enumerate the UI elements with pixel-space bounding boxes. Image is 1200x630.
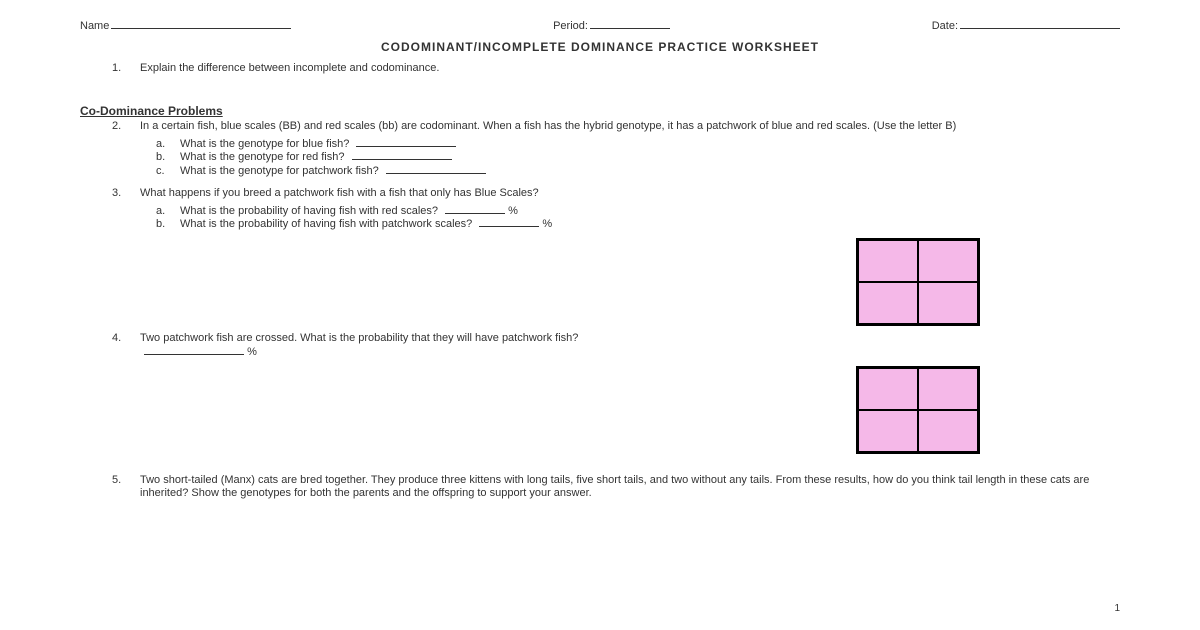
question-2c-text: What is the genotype for patchwork fish? <box>180 165 379 177</box>
question-5-text: Two short-tailed (Manx) cats are bred to… <box>140 474 1089 500</box>
punnett-square-4[interactable] <box>856 366 980 454</box>
section-heading-codominance: Co-Dominance Problems <box>80 104 1120 118</box>
period-field: Period: <box>553 20 670 32</box>
page-number: 1 <box>1114 603 1120 614</box>
question-3b-blank[interactable] <box>479 226 539 227</box>
date-blank[interactable] <box>960 28 1120 29</box>
punnett-cell[interactable] <box>858 282 918 324</box>
question-3: 3. What happens if you breed a patchwork… <box>140 187 1120 201</box>
question-2c: c. What is the genotype for patchwork fi… <box>180 165 1120 179</box>
question-2b-blank[interactable] <box>352 159 452 160</box>
question-2b-text: What is the genotype for red fish? <box>180 151 344 163</box>
punnett-square-4-wrap <box>80 366 980 454</box>
date-field: Date: <box>932 20 1120 32</box>
punnett-cell[interactable] <box>858 410 918 452</box>
question-2c-letter: c. <box>156 165 165 179</box>
question-3a: a. What is the probability of having fis… <box>180 205 1120 219</box>
question-1: 1. Explain the difference between incomp… <box>140 62 1120 76</box>
name-blank[interactable] <box>111 28 291 29</box>
punnett-square-3-wrap <box>80 238 980 326</box>
question-5-number: 5. <box>112 474 121 488</box>
question-2a: a. What is the genotype for blue fish? <box>180 138 1120 152</box>
question-2-text: In a certain fish, blue scales (BB) and … <box>140 120 956 132</box>
question-3a-blank[interactable] <box>445 213 505 214</box>
question-3b-letter: b. <box>156 218 165 232</box>
question-2c-blank[interactable] <box>386 173 486 174</box>
punnett-square-3[interactable] <box>856 238 980 326</box>
name-field: Name <box>80 20 291 32</box>
worksheet-title: CODOMINANT/INCOMPLETE DOMINANCE PRACTICE… <box>80 40 1120 54</box>
question-5: 5. Two short-tailed (Manx) cats are bred… <box>140 474 1120 502</box>
question-1-number: 1. <box>112 62 121 76</box>
question-4-blank[interactable] <box>144 354 244 355</box>
period-blank[interactable] <box>590 28 670 29</box>
question-2a-text: What is the genotype for blue fish? <box>180 138 349 150</box>
question-3b-unit: % <box>542 218 552 230</box>
punnett-cell[interactable] <box>918 410 978 452</box>
question-3a-unit: % <box>508 205 518 217</box>
period-label: Period: <box>553 20 588 32</box>
question-4-text: Two patchwork fish are crossed. What is … <box>140 332 578 344</box>
punnett-cell[interactable] <box>858 240 918 282</box>
question-2-number: 2. <box>112 120 121 134</box>
question-2a-letter: a. <box>156 138 165 152</box>
question-3b-text: What is the probability of having fish w… <box>180 218 472 230</box>
question-4-number: 4. <box>112 332 121 346</box>
question-3-text: What happens if you breed a patchwork fi… <box>140 187 539 199</box>
question-4: 4. Two patchwork fish are crossed. What … <box>140 332 1120 360</box>
punnett-cell[interactable] <box>918 368 978 410</box>
name-label: Name <box>80 20 109 32</box>
header-row: Name Period: Date: <box>80 20 1120 32</box>
question-4-unit: % <box>247 346 257 358</box>
question-1-text: Explain the difference between incomplet… <box>140 62 439 74</box>
punnett-cell[interactable] <box>918 282 978 324</box>
date-label: Date: <box>932 20 958 32</box>
question-2: 2. In a certain fish, blue scales (BB) a… <box>140 120 1120 134</box>
question-3a-letter: a. <box>156 205 165 219</box>
question-2b: b. What is the genotype for red fish? <box>180 151 1120 165</box>
question-3b: b. What is the probability of having fis… <box>180 218 1120 232</box>
question-2b-letter: b. <box>156 151 165 165</box>
punnett-cell[interactable] <box>918 240 978 282</box>
punnett-cell[interactable] <box>858 368 918 410</box>
question-3-number: 3. <box>112 187 121 201</box>
question-3a-text: What is the probability of having fish w… <box>180 205 438 217</box>
question-2a-blank[interactable] <box>356 146 456 147</box>
